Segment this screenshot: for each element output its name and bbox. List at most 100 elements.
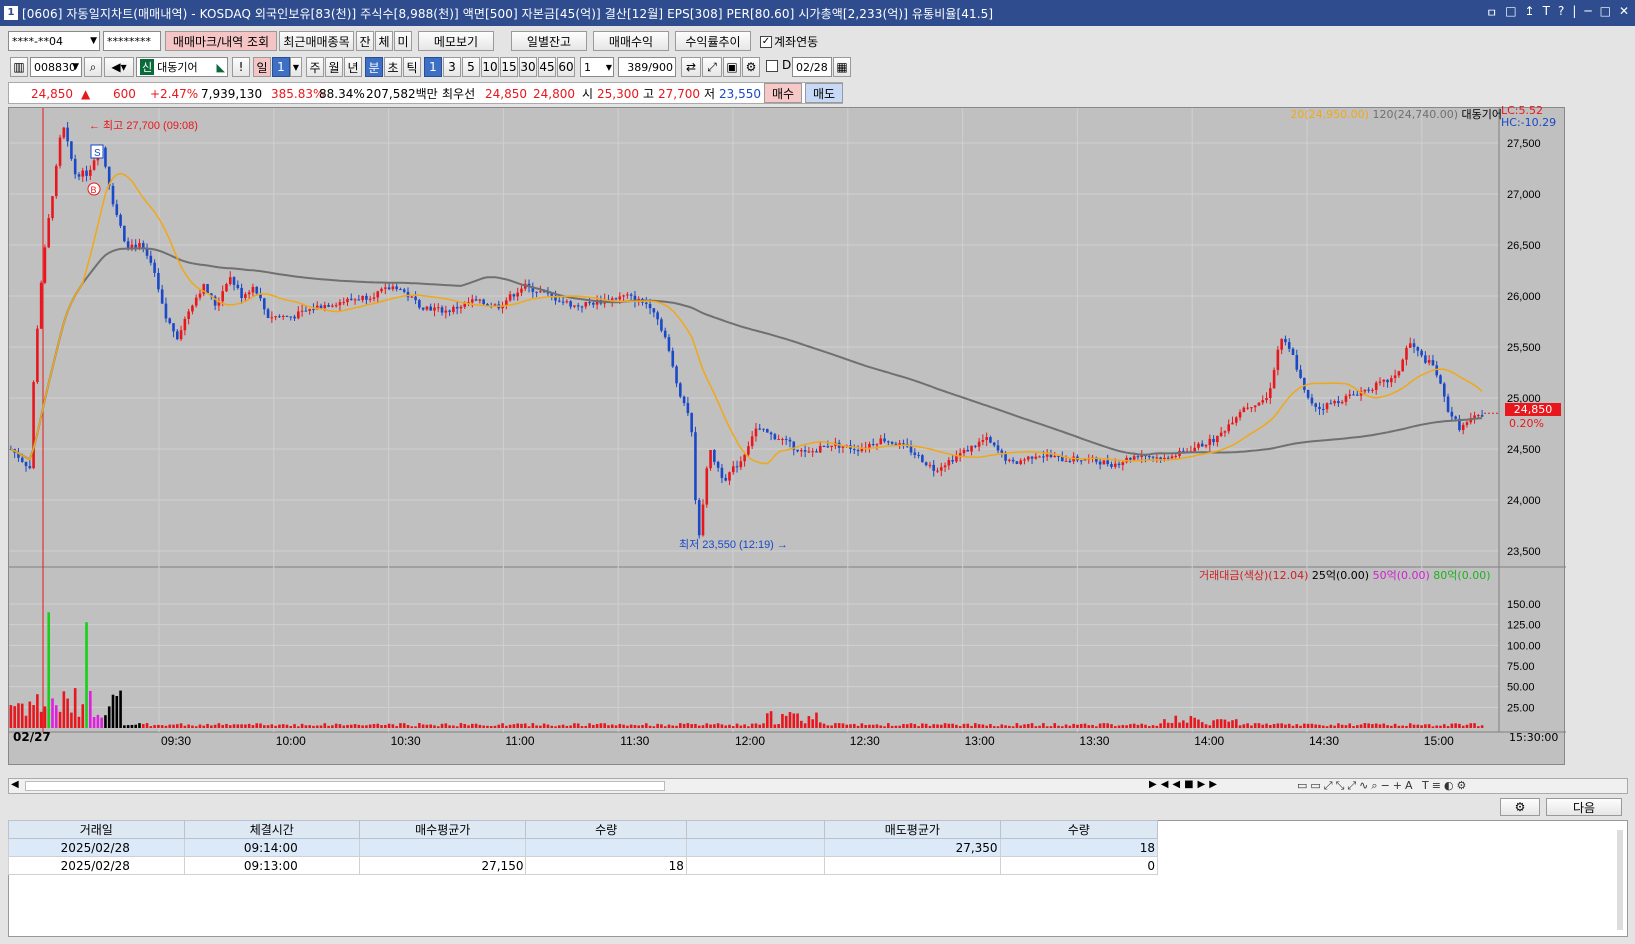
minute-button[interactable]: 분 xyxy=(365,57,383,77)
candle-body xyxy=(54,165,58,197)
period-10-button[interactable]: 10 xyxy=(481,57,499,77)
period-3-button[interactable]: 3 xyxy=(443,57,461,77)
window-control-icon[interactable]: ㅁ xyxy=(1486,4,1497,21)
gear-icon[interactable]: ⚙ xyxy=(742,57,760,77)
stock-code-input[interactable]: 008830 ▼ xyxy=(30,57,82,77)
search-icon[interactable]: ⌕ xyxy=(84,57,102,77)
candle-body xyxy=(1234,417,1238,423)
executed-button[interactable]: 체 xyxy=(375,31,393,51)
pin-icon[interactable]: ↥ xyxy=(1525,4,1535,21)
column-header[interactable] xyxy=(685,820,826,839)
account-link-toggle[interactable]: ✓ 계좌연동 xyxy=(760,33,818,50)
period-5-button[interactable]: 5 xyxy=(462,57,480,77)
period-15-button[interactable]: 15 xyxy=(500,57,518,77)
day-button[interactable]: 일 xyxy=(253,57,271,77)
sell-button[interactable]: 매도 xyxy=(805,83,843,103)
column-header[interactable]: 매도평균가 xyxy=(824,820,1001,839)
stock-name-field[interactable]: 신 대동기어 ◣ xyxy=(136,57,228,77)
close-icon[interactable]: ✕ xyxy=(1619,4,1629,21)
trade-profit-button[interactable]: 매매수익 xyxy=(593,31,669,51)
period-45-button[interactable]: 45 xyxy=(538,57,556,77)
column-header[interactable]: 체결시간 xyxy=(183,820,361,839)
volume-bar xyxy=(1461,725,1465,728)
candle-body xyxy=(951,460,954,462)
volume-bar xyxy=(932,724,936,728)
save-icon[interactable]: ▣ xyxy=(723,57,741,77)
chart-area[interactable]: 27,500 27,000 26,500 26,000 25,500 25,000 24,5… xyxy=(8,104,1566,766)
price-tick-label: 25,500 xyxy=(1507,342,1541,354)
volume-bar xyxy=(1098,723,1102,728)
volume-bar xyxy=(455,726,459,728)
layout-icon[interactable]: ▥ xyxy=(10,57,28,77)
period-30-button[interactable]: 30 xyxy=(519,57,537,77)
draw-tool-icon[interactable]: ⤢ xyxy=(702,57,722,77)
volume-bar xyxy=(1310,723,1314,728)
month-button[interactable]: 월 xyxy=(325,57,343,77)
sound-icon[interactable]: ◀▾ xyxy=(104,57,134,77)
table-row[interactable]: 2025/02/28 09:13:00 27,150 18 0 xyxy=(8,856,1159,875)
help-icon[interactable]: ? xyxy=(1558,4,1564,21)
buy-button[interactable]: 매수 xyxy=(764,83,802,103)
volume-bar xyxy=(225,723,228,728)
password-field[interactable]: ******** xyxy=(103,31,161,51)
chart-grid xyxy=(9,108,1566,733)
chart-tool-icon[interactable]: ⇄ xyxy=(681,57,701,77)
table-row[interactable]: 2025/02/28 09:14:00 27,350 18 xyxy=(8,838,1159,857)
volume-bar xyxy=(1144,724,1147,728)
period-60-button[interactable]: 60 xyxy=(557,57,575,77)
playback-controls-icon[interactable]: ▶◀◀■▶▶ xyxy=(1149,779,1221,790)
next-button[interactable]: 다음 xyxy=(1546,798,1622,816)
candle-body xyxy=(62,127,66,138)
period-input[interactable]: 1 ▼ xyxy=(580,57,614,77)
table-cell: 2025/02/28 xyxy=(8,856,185,875)
minimize-icon[interactable]: ─ xyxy=(1584,4,1591,21)
column-header[interactable]: 수량 xyxy=(525,820,687,839)
daily-balance-button[interactable]: 일별잔고 xyxy=(511,31,587,51)
second-button[interactable]: 초 xyxy=(384,57,402,77)
memo-button[interactable]: 메모보기 xyxy=(418,31,494,51)
window-control-icon[interactable]: □ xyxy=(1505,4,1516,21)
tick-button[interactable]: 틱 xyxy=(403,57,421,77)
return-trend-button[interactable]: 수익률추이 xyxy=(675,31,751,51)
chart-scrollbar[interactable]: ◀ ▶◀◀■▶▶ ▭▭⤢⤡⤢∿⌕−+A T≡◐⚙ xyxy=(8,778,1628,794)
column-header[interactable]: 수량 xyxy=(999,820,1159,839)
maximize-icon[interactable]: □ xyxy=(1600,4,1611,21)
candle-body xyxy=(1284,338,1287,343)
alert-button[interactable]: ! xyxy=(232,57,250,77)
column-header[interactable]: 매수평균가 xyxy=(359,820,527,839)
settings-gear-icon[interactable]: ⚙ xyxy=(1500,798,1540,816)
candle-body xyxy=(1170,456,1174,459)
balance-button[interactable]: 잔 xyxy=(356,31,374,51)
candle-body xyxy=(803,450,807,452)
volume-bar xyxy=(28,701,32,728)
trade-mark-button[interactable]: 매매마크/내역 조회 xyxy=(165,31,277,51)
candle-body xyxy=(1049,454,1053,457)
year-button[interactable]: 년 xyxy=(344,57,362,77)
candle-body xyxy=(1129,457,1132,460)
period-1-button[interactable]: 1 xyxy=(424,57,442,77)
column-header[interactable]: 거래일 xyxy=(8,820,185,839)
chevron-down-icon[interactable]: ▼ xyxy=(290,57,302,77)
scroll-left-icon[interactable]: ◀ xyxy=(11,779,19,790)
candle-body xyxy=(629,294,633,296)
recent-trades-button[interactable]: 최근매매종목 xyxy=(279,31,354,51)
volume-bar xyxy=(1166,722,1170,728)
date-input[interactable]: 02/28 xyxy=(792,57,832,77)
price-chart[interactable]: 27,50027,00026,50026,00025,50025,00024,5… xyxy=(9,108,1566,766)
chart-tools-icon[interactable]: ▭▭⤢⤡⤢∿⌕−+A T≡◐⚙ xyxy=(1297,779,1469,793)
table-scrollbar[interactable] xyxy=(1617,830,1623,930)
date-checkbox[interactable] xyxy=(766,60,778,72)
volume-bar xyxy=(864,725,867,728)
count-field[interactable]: 389/900 xyxy=(618,57,676,77)
font-icon[interactable]: T xyxy=(1543,4,1550,21)
unexecuted-button[interactable]: 미 xyxy=(394,31,412,51)
volume-bar xyxy=(800,720,803,728)
day-count-input[interactable]: 1 xyxy=(272,57,290,77)
account-select[interactable]: ****-**04 ▼ xyxy=(8,31,100,51)
volume-bar xyxy=(977,724,981,728)
scroll-thumb[interactable] xyxy=(25,781,665,791)
candle-body xyxy=(138,243,141,248)
calendar-icon[interactable]: ▦ xyxy=(833,57,851,77)
checkbox-checked-icon[interactable]: ✓ xyxy=(760,35,772,48)
week-button[interactable]: 주 xyxy=(306,57,324,77)
